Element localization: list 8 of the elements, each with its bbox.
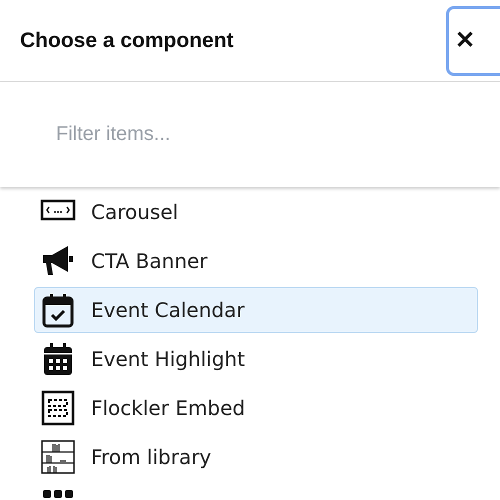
component-item[interactable]: From library	[34, 434, 478, 480]
close-button[interactable]: ✕	[446, 6, 500, 76]
component-item[interactable]: Carousel	[34, 189, 478, 235]
component-item[interactable]: Event Highlight	[34, 336, 478, 382]
component-item[interactable]: CTA Banner	[34, 238, 478, 284]
dialog-title: Choose a component	[20, 28, 234, 52]
component-item[interactable]: Event Calendar	[34, 287, 478, 333]
component-item[interactable]: Flockler Embed	[34, 385, 478, 431]
